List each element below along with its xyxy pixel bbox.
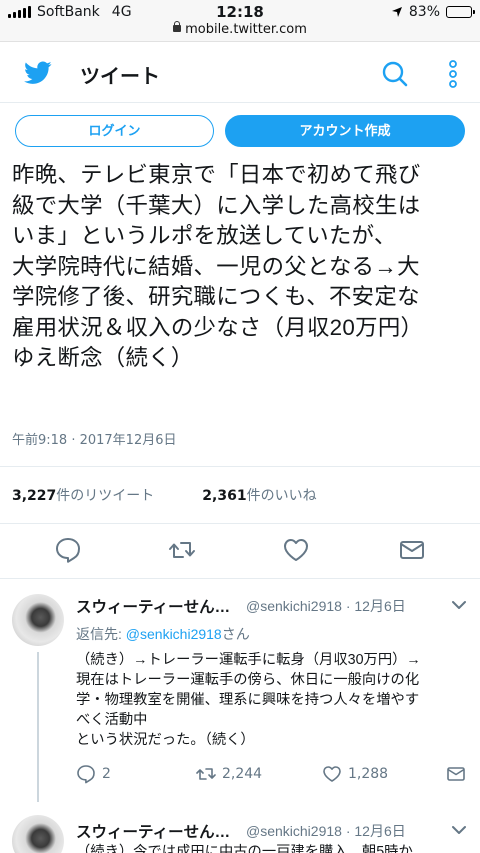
chevron-down-icon[interactable] bbox=[452, 600, 466, 610]
avatar[interactable] bbox=[12, 594, 64, 646]
battery-percent: 83% bbox=[408, 4, 440, 20]
url-text: mobile.twitter.com bbox=[185, 22, 307, 37]
tweet-line: 学院修了後、研究職につくも、不安定な bbox=[12, 284, 420, 309]
battery-info: 83% bbox=[391, 4, 475, 20]
reply-to-line: 返信先: @senkichi2918さん bbox=[76, 624, 250, 644]
location-arrow-icon bbox=[391, 7, 402, 17]
tweet-actions bbox=[0, 536, 480, 566]
avatar[interactable] bbox=[12, 815, 64, 853]
like-icon[interactable] bbox=[282, 536, 310, 564]
tweet-line: 雇用状況＆収入の少なさ（月収20万円） bbox=[12, 314, 424, 340]
reply-line: べく活動中 bbox=[76, 712, 148, 728]
reply-line: という状況だった。（続く） bbox=[76, 732, 255, 748]
tweet-stats: 3,227件のリツイート 2,361件のいいね bbox=[12, 485, 317, 505]
tweet-timestamp[interactable]: 午前9:18 · 2017年12月6日 bbox=[12, 429, 177, 448]
app-header: ツイート bbox=[0, 43, 480, 103]
retweets-label: 件のリツイート bbox=[56, 488, 155, 504]
retweet-count: 2,244 bbox=[222, 766, 263, 782]
retweet-icon bbox=[196, 768, 216, 780]
likes-count: 2,361 bbox=[202, 488, 247, 504]
tweet-body: 昨晩、テレビ東京で「日本で初めて飛び 級で大学（千葉大）に入学した高校生は いま… bbox=[12, 160, 474, 374]
reply-reply-action[interactable]: 2 bbox=[76, 764, 111, 784]
like-count: 1,288 bbox=[348, 766, 389, 782]
tweet-line: 大学院時代に結婚、一児の父となる→大 bbox=[12, 253, 420, 279]
divider bbox=[0, 578, 480, 579]
browser-url-bar[interactable]: mobile.twitter.com bbox=[0, 21, 480, 42]
thread-line bbox=[37, 652, 39, 802]
reply-to-prefix: 返信先: bbox=[76, 626, 126, 642]
reply-line: 現在はトレーラー運転手の傍ら、休日に一般向けの化 bbox=[76, 672, 420, 688]
reply-retweet-action[interactable]: 2,244 bbox=[196, 764, 262, 784]
reply-like-action[interactable]: 1,288 bbox=[322, 764, 388, 784]
divider bbox=[0, 466, 480, 467]
reply-tweet[interactable]: スウィーティーせん… @senkichi2918 · 12月6日 （続き）今では… bbox=[0, 815, 480, 853]
likes-stat[interactable]: 2,361件のいいね bbox=[202, 488, 316, 504]
reply-line: （続き）→トレーラー運転手に転身（月収30万円）→ bbox=[76, 652, 421, 668]
search-icon[interactable] bbox=[382, 61, 408, 87]
reply-icon[interactable] bbox=[54, 536, 82, 564]
tweet-line: 級で大学（千葉大）に入学した高校生は bbox=[12, 192, 421, 218]
tweet-line: 昨晩、テレビ東京で「日本で初めて飛び bbox=[12, 162, 421, 187]
reply-icon bbox=[77, 765, 95, 784]
reply-message-action[interactable] bbox=[446, 764, 466, 784]
create-account-button[interactable]: アカウント作成 bbox=[225, 115, 465, 147]
like-icon bbox=[323, 766, 341, 782]
reply-count: 2 bbox=[102, 766, 111, 782]
reply-handle-date[interactable]: @senkichi2918 · 12月6日 bbox=[246, 596, 406, 616]
chevron-down-icon[interactable] bbox=[452, 825, 466, 835]
message-icon[interactable] bbox=[398, 536, 426, 564]
reply-line: 学・物理教室を開催、理系に興味を持つ人々を増やす bbox=[76, 692, 420, 708]
divider bbox=[0, 523, 480, 524]
reply-tweet[interactable]: スウィーティーせん… @senkichi2918 · 12月6日 返信先: @s… bbox=[0, 590, 480, 802]
more-vertical-icon[interactable] bbox=[447, 59, 459, 89]
retweet-icon[interactable] bbox=[168, 536, 196, 564]
page-title: ツイート bbox=[80, 66, 160, 88]
retweets-stat[interactable]: 3,227件のリツイート bbox=[12, 488, 154, 504]
reply-actions: 2 2,244 1,288 bbox=[76, 764, 472, 786]
reply-line: （続き）今では成田に中古の一戸建を購入、朝5時か bbox=[76, 844, 413, 853]
reply-body: （続き）今では成田に中古の一戸建を購入、朝5時か bbox=[76, 842, 472, 853]
reply-to-suffix: さん bbox=[221, 626, 250, 642]
reply-handle-date[interactable]: @senkichi2918 · 12月6日 bbox=[246, 821, 406, 841]
tweet-line: ゆえ断念（続く） bbox=[12, 345, 194, 370]
reply-to-mention[interactable]: @senkichi2918 bbox=[126, 626, 222, 642]
battery-icon bbox=[446, 6, 475, 18]
lock-icon bbox=[173, 21, 182, 32]
tweet-line: いま」というルポを放送していたが、 bbox=[12, 223, 397, 248]
message-icon bbox=[447, 767, 465, 781]
retweets-count: 3,227 bbox=[12, 488, 57, 504]
reply-body: （続き）→トレーラー運転手に転身（月収30万円）→ 現在はトレーラー運転手の傍ら… bbox=[76, 650, 472, 750]
likes-label: 件のいいね bbox=[246, 488, 317, 504]
twitter-bird-icon[interactable] bbox=[24, 61, 52, 85]
status-bar: SoftBank 4G 12:18 83% bbox=[0, 0, 480, 24]
reply-author-name[interactable]: スウィーティーせん… bbox=[76, 820, 230, 842]
reply-author-name[interactable]: スウィーティーせん… bbox=[76, 595, 230, 617]
login-button[interactable]: ログイン bbox=[15, 115, 214, 147]
